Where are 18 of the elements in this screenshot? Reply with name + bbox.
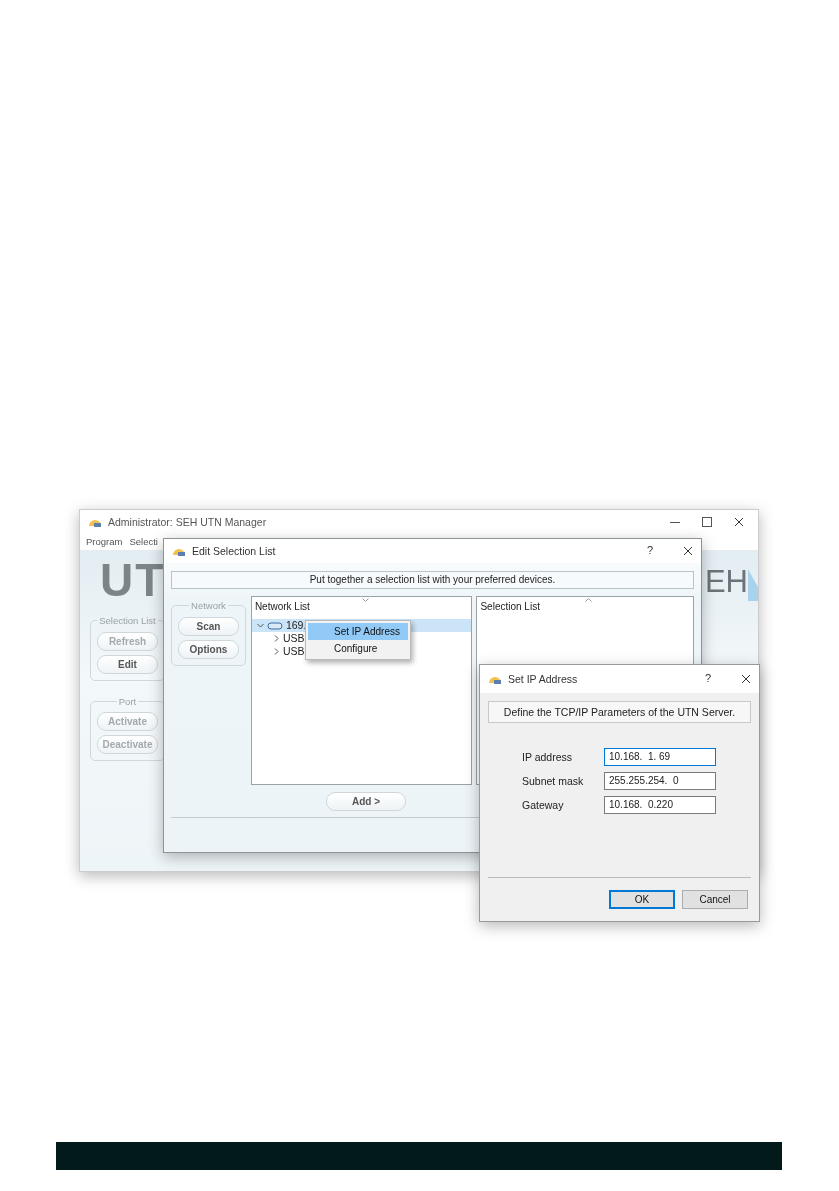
group-legend: Port <box>116 696 139 706</box>
group-legend: Network <box>189 601 228 611</box>
tree-label: 169. <box>285 619 307 632</box>
tree-label: USB <box>282 645 305 658</box>
instruction-banner: Define the TCP/IP Parameters of the UTN Server. <box>488 701 751 723</box>
field-label: IP address <box>522 750 573 764</box>
dialog-title: Set IP Address <box>508 672 579 686</box>
field-label: Subnet mask <box>522 774 585 788</box>
logo-text: UT <box>100 553 166 609</box>
field-label: Gateway <box>522 798 565 812</box>
panel-header: Selection List <box>479 600 541 614</box>
group-legend: Selection List <box>97 616 158 626</box>
window-title: Administrator: SEH UTN Manager <box>108 515 268 529</box>
logo-text: EH <box>704 565 748 597</box>
panel-header: Network List <box>253 600 311 614</box>
tree-label: USB <box>282 632 305 645</box>
dialog-title: Edit Selection List <box>192 544 277 558</box>
instruction-banner: Put together a selection list with your preferred devices. <box>171 571 694 589</box>
